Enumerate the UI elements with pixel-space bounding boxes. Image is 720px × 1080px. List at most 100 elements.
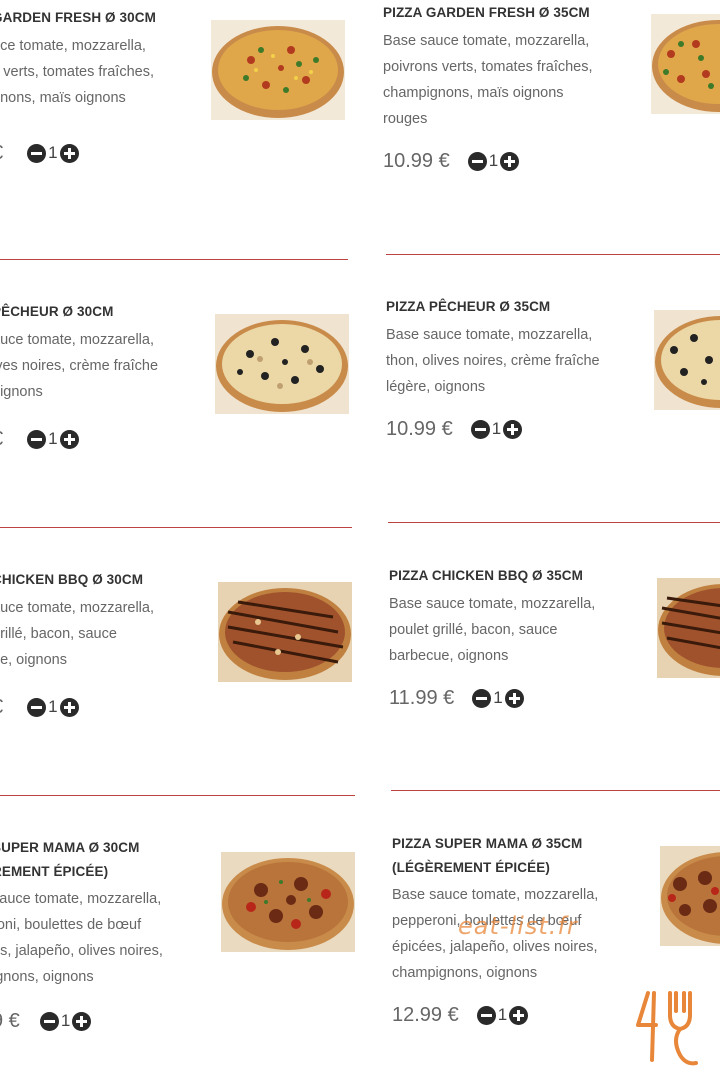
price-row: € 1	[0, 693, 154, 721]
price-row: 12.99 € 1	[392, 1001, 598, 1029]
quantity-value: 1	[488, 151, 499, 170]
item-description: sauce tomate, mozzarella, roni, boulette…	[0, 886, 163, 990]
desc-line: barbecue, oignons	[389, 648, 509, 664]
desc-line: es, jalapeño, olives noires,	[0, 943, 163, 959]
item-price: 10.99 €	[383, 149, 450, 172]
price-row: 9 € 1	[0, 1007, 163, 1035]
item-price: €	[0, 428, 3, 451]
plus-circle-icon[interactable]	[500, 151, 520, 171]
pizza-image	[221, 852, 355, 952]
item-description: Base sauce tomate, mozzarella, poivrons …	[383, 28, 593, 132]
desc-line: champignons, oignons	[392, 965, 538, 981]
menu-item-super-mama-30: SUPER MAMA Ø 30CM REMENT ÉPICÉE) sauce t…	[0, 836, 163, 1035]
menu-item-garden-fresh-30: GARDEN FRESH Ø 30CM uce tomate, mozzarel…	[0, 6, 156, 167]
divider	[388, 522, 720, 523]
plus-circle-icon[interactable]	[504, 688, 524, 708]
divider	[391, 790, 720, 791]
divider	[386, 254, 720, 255]
pizza-image	[211, 20, 345, 120]
plus-circle-icon[interactable]	[503, 419, 523, 439]
desc-line: Base sauce tomate, mozzarella,	[392, 887, 599, 903]
desc-line: uce tomate, mozzarella,	[0, 38, 146, 54]
pizza-chicken-bbq-image	[658, 584, 720, 676]
price-row: 11.99 € 1	[389, 684, 595, 712]
pizza-image	[657, 578, 720, 678]
menu-item-chicken-bbq-35: PIZZA CHICKEN BBQ Ø 35CM Base sauce toma…	[389, 564, 595, 712]
minus-circle-icon[interactable]	[27, 143, 47, 163]
quantity-value: 1	[491, 419, 502, 438]
pizza-super-mama-image	[661, 852, 720, 944]
item-title: PÊCHEUR Ø 30CM	[0, 304, 114, 319]
desc-line: rouges	[383, 111, 428, 127]
item-title-line-2: (LÉGÈREMENT ÉPICÉE)	[392, 860, 550, 875]
quantity-value: 1	[48, 143, 58, 162]
desc-line: ignons, oignons	[0, 969, 94, 985]
minus-circle-icon[interactable]	[472, 688, 492, 708]
quantity-value: 1	[48, 697, 58, 716]
menu-item-chicken-bbq-30: CHICKEN BBQ Ø 30CM auce tomate, mozzarel…	[0, 568, 154, 721]
quantity-value: 1	[60, 1011, 71, 1030]
watermark: eat-list.fr	[458, 912, 578, 940]
item-price: €	[0, 142, 3, 165]
desc-line: poivrons verts, tomates fraîches,	[383, 59, 593, 75]
plus-circle-icon[interactable]	[72, 1011, 92, 1031]
pizza-image	[651, 14, 720, 114]
menu-item-garden-fresh-35: PIZZA GARDEN FRESH Ø 35CM Base sauce tom…	[383, 1, 593, 175]
divider	[0, 259, 348, 260]
item-description: auce tomate, mozzarella, ives noires, cr…	[0, 327, 158, 405]
desc-line: ives noires, crème fraîche	[0, 358, 159, 374]
pizza-garden-fresh-image	[212, 26, 344, 118]
divider	[0, 527, 352, 528]
item-price: €	[0, 696, 3, 719]
pizza-image	[654, 310, 720, 410]
plus-circle-icon[interactable]	[509, 1005, 529, 1025]
divider	[0, 795, 355, 796]
item-title: PIZZA PÊCHEUR Ø 35CM	[386, 299, 551, 314]
item-price: 12.99 €	[392, 1003, 459, 1026]
desc-line: sauce tomate, mozzarella,	[0, 891, 162, 907]
desc-line: ue, oignons	[0, 652, 67, 668]
minus-circle-icon[interactable]	[39, 1011, 59, 1031]
pizza-pecheur-image	[655, 316, 720, 408]
price-row: 10.99 € 1	[383, 147, 593, 175]
price-row: 10.99 € 1	[386, 415, 600, 443]
pizza-image	[660, 846, 720, 946]
minus-circle-icon[interactable]	[27, 697, 47, 717]
plus-circle-icon[interactable]	[59, 429, 79, 449]
item-price: 9 €	[0, 1009, 20, 1032]
plus-circle-icon[interactable]	[59, 143, 79, 163]
pizza-image	[218, 582, 352, 682]
minus-circle-icon[interactable]	[467, 151, 487, 171]
menu-item-pecheur-35: PIZZA PÊCHEUR Ø 35CM Base sauce tomate, …	[386, 295, 600, 443]
minus-circle-icon[interactable]	[476, 1005, 496, 1025]
item-title: PIZZA GARDEN FRESH Ø 35CM	[383, 5, 590, 20]
item-price: 11.99 €	[389, 686, 455, 709]
item-title-line-2: REMENT ÉPICÉE)	[0, 864, 109, 879]
desc-line: thon, olives noires, crème fraîche	[386, 353, 600, 369]
item-title: CHICKEN BBQ Ø 30CM	[0, 572, 144, 587]
item-title: PIZZA CHICKEN BBQ Ø 35CM	[389, 568, 583, 583]
item-description: Base sauce tomate, mozzarella, thon, oli…	[386, 322, 600, 400]
item-description: Base sauce tomate, mozzarella, poulet gr…	[389, 591, 595, 669]
quantity-value: 1	[493, 688, 503, 707]
item-title: GARDEN FRESH Ø 30CM	[0, 10, 156, 25]
pizza-pecheur-image	[216, 320, 348, 412]
desc-line: auce tomate, mozzarella,	[0, 332, 154, 348]
price-row: € 1	[0, 139, 156, 167]
desc-line: champignons, maïs oignons	[383, 85, 564, 101]
desc-line: gnons, maïs oignons	[0, 90, 126, 106]
minus-circle-icon[interactable]	[27, 429, 47, 449]
desc-line: oignons	[0, 384, 43, 400]
desc-line: Base sauce tomate, mozzarella,	[383, 33, 590, 49]
desc-line: grillé, bacon, sauce	[0, 626, 117, 642]
item-title: SUPER MAMA Ø 30CM	[0, 840, 140, 855]
item-price: 10.99 €	[386, 417, 453, 440]
desc-line: légère, oignons	[386, 379, 486, 395]
pizza-image	[215, 314, 349, 414]
minus-circle-icon[interactable]	[470, 419, 490, 439]
desc-line: Base sauce tomate, mozzarella,	[386, 327, 593, 343]
plus-circle-icon[interactable]	[59, 697, 79, 717]
menu-item-pecheur-30: PÊCHEUR Ø 30CM auce tomate, mozzarella, …	[0, 300, 158, 453]
pizza-super-mama-image	[222, 858, 354, 950]
fork-logo-icon	[636, 991, 698, 1066]
